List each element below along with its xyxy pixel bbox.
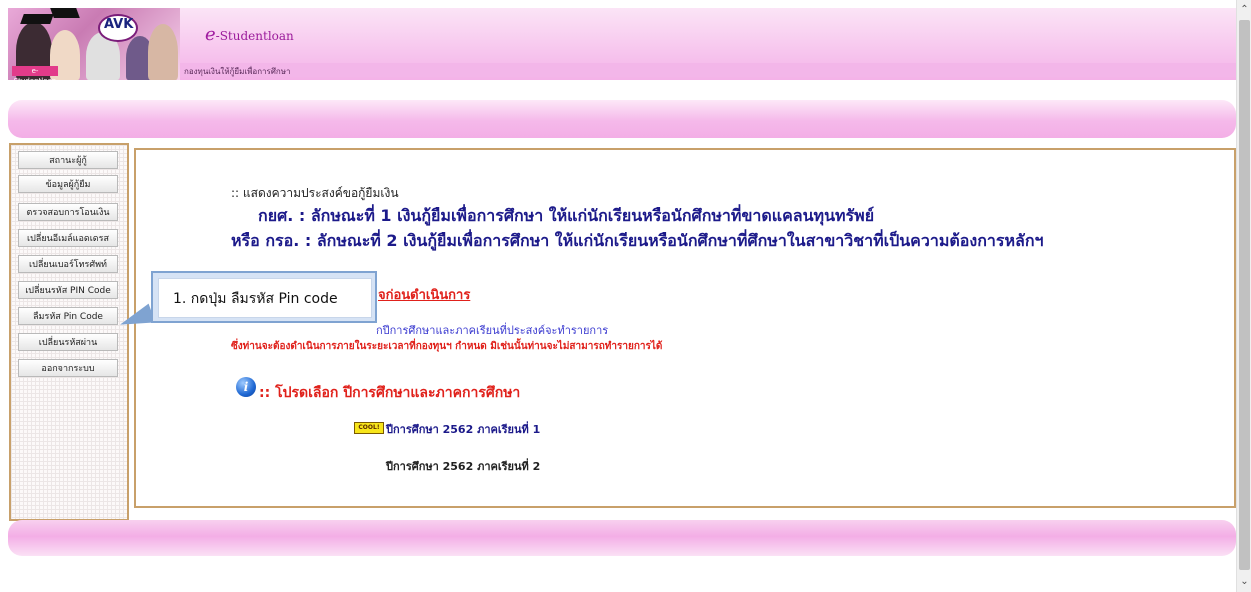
- select-term-title: :: โปรดเลือก ปีการศึกษาและภาคการศึกษา: [259, 385, 521, 401]
- vertical-scrollbar[interactable]: ⌃ ⌄: [1236, 0, 1251, 592]
- top-pink-bar: [8, 100, 1236, 138]
- menu-forgot-pin-button[interactable]: ลืมรหัส Pin Code: [18, 307, 118, 325]
- logo-text: AVK: [104, 17, 134, 32]
- menu-check-transfer-button[interactable]: ตรวจสอบการโอนเงิน: [18, 203, 118, 221]
- scroll-down-icon[interactable]: ⌄: [1237, 574, 1251, 590]
- menu-change-email-button[interactable]: เปลี่ยนอีเมล์แอดเดรส: [18, 229, 118, 247]
- scroll-up-icon[interactable]: ⌃: [1237, 2, 1251, 18]
- header-banner: AVK e-Studentloan e-Studentloan กองทุนเง…: [8, 8, 1236, 80]
- callout-inner: 1. กดปุ่ม ลืมรหัส Pin code: [158, 278, 372, 318]
- graduation-cap-icon: [20, 14, 54, 24]
- content-heading: :: แสดงความประสงค์ขอกู้ยืมเงิน: [231, 186, 399, 200]
- menu-borrower-info-button[interactable]: ข้อมูลผู้กู้ยืม: [18, 175, 118, 193]
- cool-badge-icon: COOL!: [354, 422, 384, 434]
- app-title-rest: -Studentloan: [215, 29, 294, 43]
- app-title-prefix: e: [205, 24, 216, 45]
- bottom-pink-bar: [8, 520, 1236, 556]
- header-stripe: [178, 63, 1236, 77]
- app-title: e-Studentloan: [205, 24, 294, 45]
- callout-text: 1. กดปุ่ม ลืมรหัส Pin code: [173, 291, 338, 307]
- notice-line-2: ซึ่งท่านจะต้องดำเนินการภายในระยะเวลาที่ก…: [231, 341, 663, 352]
- info-icon: i: [236, 377, 256, 397]
- menu-logout-button[interactable]: ออกจากระบบ: [18, 359, 118, 377]
- term-option-1-link[interactable]: ปีการศึกษา 2562 ภาคเรียนที่ 1: [386, 420, 540, 438]
- scrollbar-thumb[interactable]: [1239, 20, 1250, 570]
- loan-type-1-text: กยศ. : ลักษณะที่ 1 เงินกู้ยืมเพื่อการศึก…: [258, 206, 875, 225]
- fund-logo: AVK: [98, 14, 138, 42]
- page: AVK e-Studentloan e-Studentloan กองทุนเง…: [0, 0, 1236, 592]
- sidebar-menu: สถานะผู้กู้ ข้อมูลผู้กู้ยืม ตรวจสอบการโอ…: [9, 143, 129, 521]
- callout-box: 1. กดปุ่ม ลืมรหัส Pin code: [151, 271, 377, 323]
- student-figure: [148, 24, 178, 80]
- students-photo: AVK e-Studentloan: [8, 8, 180, 80]
- graduation-cap-icon: [50, 8, 80, 18]
- loan-type-2-text: หรือ กรอ. : ลักษณะที่ 2 เงินกู้ยืมเพื่อก…: [231, 231, 1044, 250]
- term-option-2-link[interactable]: ปีการศึกษา 2562 ภาคเรียนที่ 2: [386, 457, 540, 475]
- notice-line-1: กปีการศึกษาและภาคเรียนที่ประสงค์จะทำรายก…: [376, 324, 609, 337]
- menu-change-pin-button[interactable]: เปลี่ยนรหัส PIN Code: [18, 281, 118, 299]
- main-content: :: แสดงความประสงค์ขอกู้ยืมเงิน กยศ. : ลั…: [134, 148, 1236, 508]
- menu-change-phone-button[interactable]: เปลี่ยนเบอร์โทรศัพท์: [18, 255, 118, 273]
- app-subtitle: กองทุนเงินให้กู้ยืมเพื่อการศึกษา: [184, 67, 291, 76]
- photo-tag: e-Studentloan: [12, 66, 58, 80]
- menu-loan-status-button[interactable]: สถานะผู้กู้: [18, 151, 118, 169]
- notice-title: จก่อนดำเนินการ: [378, 288, 471, 303]
- menu-change-password-button[interactable]: เปลี่ยนรหัสผ่าน: [18, 333, 118, 351]
